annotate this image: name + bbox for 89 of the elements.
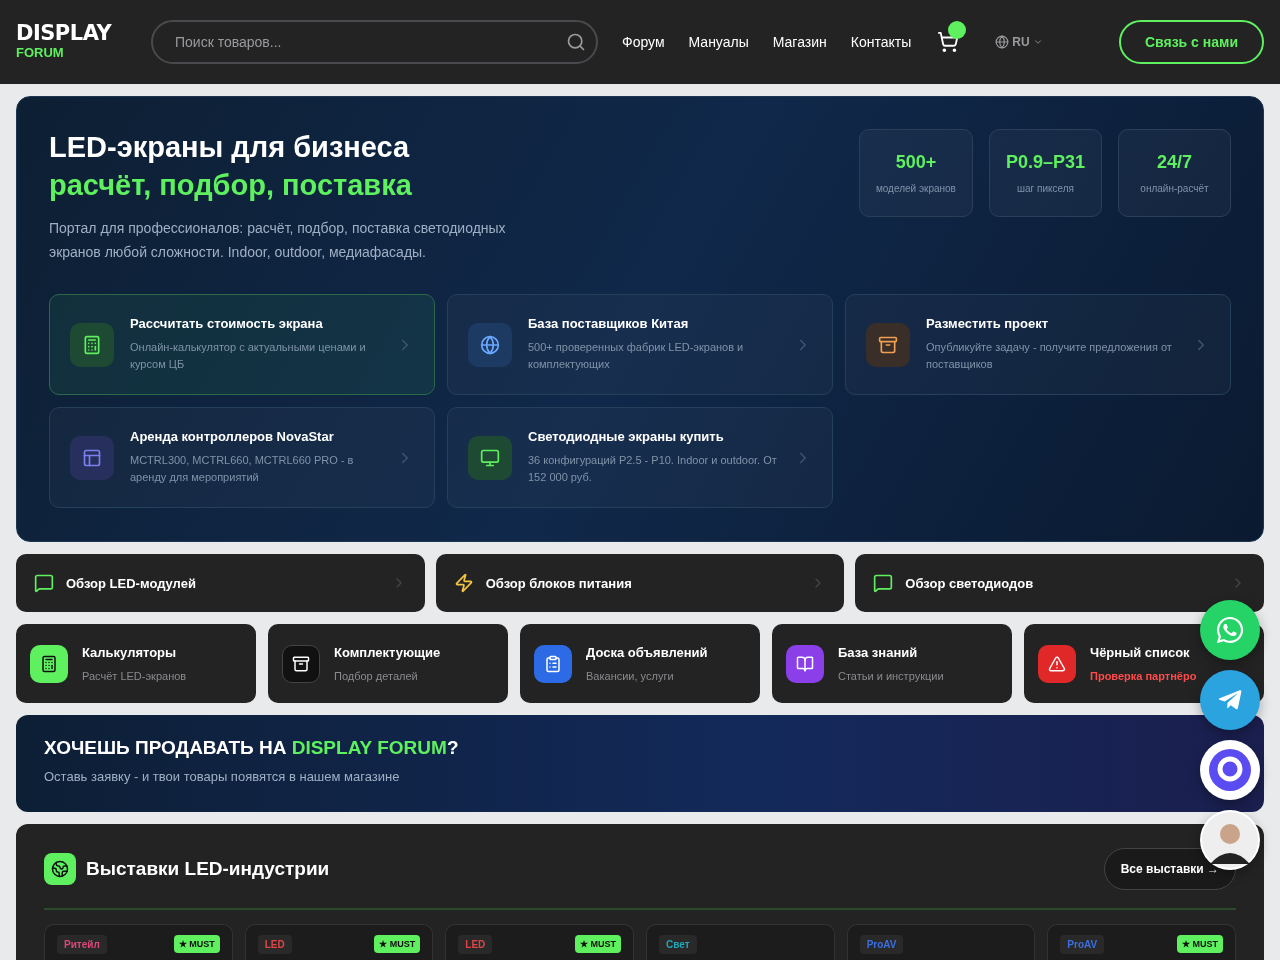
- tile-subtitle: Проверка партнёро: [1090, 670, 1197, 682]
- nav-link[interactable]: Контакты: [850, 34, 912, 50]
- book-icon: [786, 644, 824, 683]
- exhibition-card[interactable]: LED ★ MUST: [445, 924, 634, 960]
- card-title: Разместить проект: [926, 316, 1050, 332]
- earth-icon: [44, 853, 76, 885]
- section-title: Выставки LED-индустрии: [86, 858, 331, 880]
- tile-title: База знаний: [838, 645, 919, 660]
- nav-link[interactable]: Форум: [622, 34, 665, 50]
- stat-label: шаг пикселя: [1016, 183, 1074, 194]
- review-link[interactable]: Обзор светодиодов: [855, 554, 1264, 612]
- card-description: 500+ проверенных фабрик LED-экранов и комплектующих: [528, 340, 745, 373]
- banner-text: Оставь заявку - и твои товары появятся в нашем магазине: [44, 769, 401, 784]
- warning-icon: [1038, 644, 1076, 683]
- tile-title: Чёрный список: [1090, 645, 1191, 660]
- exhibition-card[interactable]: LED ★ MUST: [244, 924, 434, 960]
- review-link[interactable]: Обзор блоков питания: [435, 554, 845, 612]
- stat-label: моделей экранов: [875, 183, 956, 194]
- globe-icon[interactable]: [995, 35, 1010, 49]
- calculator-icon: [70, 322, 114, 367]
- globe-icon: [468, 322, 512, 367]
- category-tag: LED: [257, 935, 292, 954]
- lightning-icon: [453, 573, 474, 593]
- cart-icon[interactable]: [937, 31, 960, 53]
- chat-icon: [34, 573, 54, 593]
- tile-title: Доска объявлений: [586, 645, 708, 660]
- feature-card[interactable]: Рассчитать стоимость экрана Онлайн-калькулятор с актуальными ценами и курсом ЦБ: [49, 294, 435, 396]
- exhibition-card[interactable]: Ритейл ★ MUST: [44, 924, 233, 960]
- logo-subtitle: FORUM: [16, 45, 65, 62]
- tile-subtitle: Статьи и инструкции: [838, 670, 944, 682]
- stat-value: P0.9–P31: [1005, 152, 1085, 173]
- nav-link[interactable]: Мануалы: [688, 34, 749, 50]
- banner-title: ХОЧЕШЬ ПРОДАВАТЬ НА DISPLAY FORUM?: [44, 737, 460, 759]
- must-badge: ★ MUST: [374, 935, 421, 953]
- box-icon: [282, 644, 320, 683]
- exhibition-card[interactable]: ProAV ★ MUST: [1047, 924, 1236, 960]
- category-tile[interactable]: Калькуляторы Расчёт LED-экранов: [16, 624, 256, 703]
- tile-title: Калькуляторы: [82, 645, 178, 660]
- tile-title: Комплектующие: [334, 645, 441, 660]
- nav-link[interactable]: Магазин: [772, 34, 827, 50]
- language-selector[interactable]: RU: [1012, 35, 1030, 49]
- feature-card[interactable]: Светодиодные экраны купить 36 конфигураций P2.5 - P10. Indoor и outdoor. От 152 000 руб.: [447, 407, 833, 509]
- search-input[interactable]: Поиск товаров...: [173, 33, 566, 51]
- caret-icon[interactable]: [1032, 37, 1043, 47]
- category-tag: Свет: [659, 935, 697, 954]
- card-description: Онлайн-калькулятор с актуальными ценами и курсом ЦБ: [130, 340, 367, 373]
- review-link[interactable]: Обзор LED-модулей: [16, 554, 425, 612]
- tile-subtitle: Расчёт LED-экранов: [82, 670, 187, 682]
- tile-subtitle: Вакансии, услуги: [586, 670, 675, 682]
- card-description: 36 конфигураций P2.5 - P10. Indoor и outdoor. От 152 000 руб.: [528, 453, 778, 486]
- category-tile[interactable]: Доска объявлений Вакансии, услуги: [520, 624, 760, 703]
- monitor-icon: [468, 435, 512, 480]
- hero-subtitle: расчёт, подбор, поставка: [49, 167, 413, 203]
- feature-card[interactable]: Разместить проект Опубликуйте задачу - получите предложения от поставщиков: [845, 294, 1231, 396]
- card-title: Светодиодные экраны купить: [528, 429, 725, 445]
- card-title: Рассчитать стоимость экрана: [130, 316, 324, 332]
- category-tag: LED: [458, 935, 493, 954]
- clipboard-icon: [534, 644, 572, 683]
- stat-value: 24/7: [1156, 152, 1192, 173]
- must-badge: ★ MUST: [173, 935, 220, 953]
- layout-icon: [70, 435, 114, 480]
- search-bar[interactable]: Поиск товаров...: [151, 20, 598, 64]
- category-tag: ProAV: [859, 935, 904, 954]
- contact-button[interactable]: Связь с нами: [1118, 20, 1264, 64]
- logo-title: DISPLAY: [16, 22, 113, 46]
- card-description: Опубликуйте задачу - получите предложения от поставщиков: [926, 340, 1173, 373]
- hero-description: Портал для профессионалов: расчёт, подбор, поставка светодиодных экранов любой сложности. Indoor, outdoor, медиафасады.: [49, 219, 507, 263]
- chat-icon: [873, 573, 894, 593]
- feature-card[interactable]: Аренда контроллеров NovaStar MCTRL300, MCTRL660, MCTRL660 PRO - в аренду для мероприятий: [49, 407, 435, 509]
- category-tile[interactable]: База знаний Статьи и инструкции: [772, 624, 1012, 703]
- box-icon: [866, 322, 910, 367]
- must-badge: ★ MUST: [1177, 935, 1223, 953]
- card-description: MCTRL300, MCTRL660, MCTRL660 PRO - в аренду для мероприятий: [130, 453, 355, 486]
- category-tag: Ритейл: [57, 935, 107, 954]
- category-tag: ProAV: [1060, 935, 1105, 954]
- stat-label: онлайн-расчёт: [1140, 183, 1209, 194]
- cart-badge: [948, 21, 967, 39]
- category-tile[interactable]: Комплектующие Подбор деталей: [268, 624, 508, 703]
- calculator-icon: [30, 644, 68, 683]
- card-title: Аренда контроллеров NovaStar: [130, 429, 335, 445]
- hero-title: LED-экраны для бизнеса: [49, 130, 411, 165]
- feature-card[interactable]: База поставщиков Китая 500+ проверенных фабрик LED-экранов и комплектующих: [447, 294, 833, 396]
- tile-subtitle: Подбор деталей: [334, 670, 419, 682]
- must-badge: ★ MUST: [575, 935, 621, 953]
- card-title: База поставщиков Китая: [528, 316, 690, 332]
- search-icon[interactable]: [566, 32, 586, 52]
- whatsapp-icon: [1215, 615, 1245, 645]
- exhibition-card[interactable]: Свет: [646, 924, 835, 960]
- stat-value: 500+: [895, 152, 937, 173]
